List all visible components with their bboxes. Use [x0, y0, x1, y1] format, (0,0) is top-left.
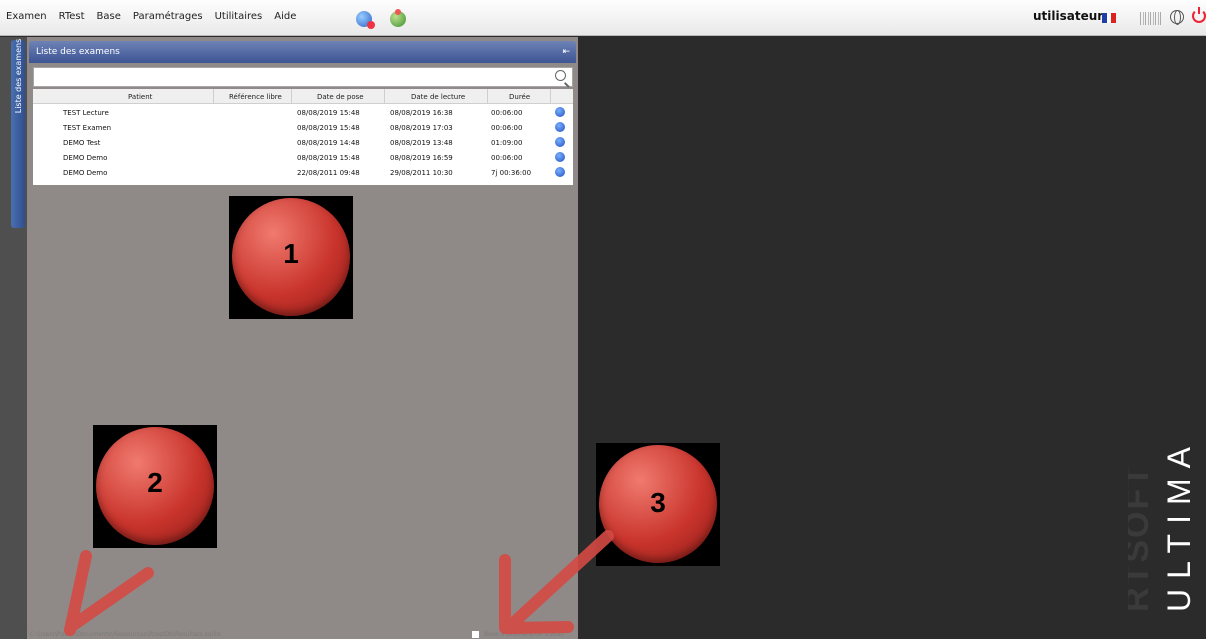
cell-patient: TEST Examen	[63, 124, 112, 132]
exam-table: Patient Référence libre Date de pose Dat…	[33, 89, 573, 185]
edit-icon[interactable]	[555, 107, 565, 117]
help-icon[interactable]	[390, 9, 406, 27]
edit-icon[interactable]	[555, 137, 565, 147]
cell-duree: 00:06:00	[491, 109, 523, 117]
table-row[interactable]: TEST Lecture 08/08/2019 15:48 08/08/2019…	[33, 105, 573, 120]
logo-text-top: RTSOFT	[1128, 464, 1156, 612]
panel-header: Liste des examens ⇤	[29, 41, 576, 63]
menu-bar: Examen RTest Base Paramétrages Utilitair…	[0, 0, 1206, 36]
table-header: Patient Référence libre Date de pose Dat…	[33, 89, 573, 104]
column-date-pose[interactable]: Date de pose	[317, 93, 364, 101]
cell-date-lecture: 08/08/2019 13:48	[390, 139, 453, 147]
cell-duree: 00:06:00	[491, 154, 523, 162]
menu-utilitaires[interactable]: Utilitaires	[215, 11, 263, 22]
annotation-number: 3	[650, 487, 666, 518]
cell-date-pose: 08/08/2019 15:48	[297, 154, 360, 162]
cell-duree: 7j 00:36:00	[491, 169, 532, 177]
side-tab-label: Liste des examens	[14, 38, 23, 114]
table-row[interactable]: DEMO Demo 08/08/2019 15:48 08/08/2019 16…	[33, 150, 573, 165]
barcode-icon[interactable]	[1140, 12, 1162, 25]
exam-list-panel: Liste des examens ⇤ Patient Référence li…	[27, 37, 578, 639]
side-tab-exam-list[interactable]: Liste des examens	[11, 39, 25, 228]
work-db-checkbox-label[interactable]: Base d'examens de travail	[484, 631, 564, 638]
menu-base[interactable]: Base	[97, 11, 121, 22]
cell-patient: DEMO Demo	[63, 154, 108, 162]
annotation-badge-2: 2	[96, 427, 214, 545]
rtsoft-ultima-logo: RTSOFT ULTIMA	[1128, 437, 1194, 612]
edit-icon[interactable]	[555, 152, 565, 162]
edit-icon[interactable]	[555, 122, 565, 132]
search-icon[interactable]	[555, 70, 566, 81]
cell-date-pose: 22/08/2011 09:48	[297, 169, 360, 177]
cell-date-pose: 08/08/2019 15:48	[297, 109, 360, 117]
cell-patient: TEST Lecture	[63, 109, 109, 117]
column-date-lecture[interactable]: Date de lecture	[411, 93, 465, 101]
table-row[interactable]: TEST Examen 08/08/2019 15:48 08/08/2019 …	[33, 120, 573, 135]
menu-aide[interactable]: Aide	[274, 11, 296, 22]
table-row[interactable]: DEMO Test 08/08/2019 14:48 08/08/2019 13…	[33, 135, 573, 150]
cell-patient: DEMO Test	[63, 139, 101, 147]
cell-duree: 00:06:00	[491, 124, 523, 132]
main-menu: Examen RTest Base Paramétrages Utilitair…	[6, 11, 296, 22]
cell-patient: DEMO Demo	[63, 169, 108, 177]
annotation-badge-3: 3	[599, 445, 717, 563]
rtest-wizard-icon[interactable]	[356, 11, 375, 29]
cell-date-pose: 08/08/2019 14:48	[297, 139, 360, 147]
cell-duree: 01:09:00	[491, 139, 523, 147]
cell-date-pose: 08/08/2019 15:48	[297, 124, 360, 132]
annotation-number: 1	[283, 238, 299, 269]
search-input[interactable]	[33, 67, 573, 87]
cell-date-lecture: 08/08/2019 16:59	[390, 154, 453, 162]
power-icon[interactable]	[1192, 7, 1206, 23]
column-reference[interactable]: Référence libre	[229, 93, 282, 101]
column-patient[interactable]: Patient	[128, 93, 152, 101]
cell-date-lecture: 08/08/2019 16:38	[390, 109, 453, 117]
table-row[interactable]: DEMO Demo 22/08/2011 09:48 29/08/2011 10…	[33, 165, 573, 180]
annotation-badge-1: 1	[232, 198, 350, 316]
panel-title: Liste des examens	[36, 47, 120, 57]
work-db-checkbox[interactable]	[472, 631, 479, 638]
logo-text-bottom: ULTIMA	[1161, 437, 1194, 612]
menu-rtest[interactable]: RTest	[59, 11, 85, 22]
column-duree[interactable]: Durée	[509, 93, 530, 101]
pin-icon[interactable]: ⇤	[562, 47, 570, 57]
annotation-number: 2	[147, 467, 163, 498]
database-path: C:\Users\Public\Documents\Ressources\Rte…	[30, 631, 221, 638]
cell-date-lecture: 08/08/2019 17:03	[390, 124, 453, 132]
menu-parametrages[interactable]: Paramétrages	[133, 11, 203, 22]
edit-icon[interactable]	[555, 167, 565, 177]
cell-date-lecture: 29/08/2011 10:30	[390, 169, 453, 177]
globe-icon[interactable]	[1170, 10, 1184, 25]
french-flag-icon[interactable]	[1102, 13, 1117, 23]
